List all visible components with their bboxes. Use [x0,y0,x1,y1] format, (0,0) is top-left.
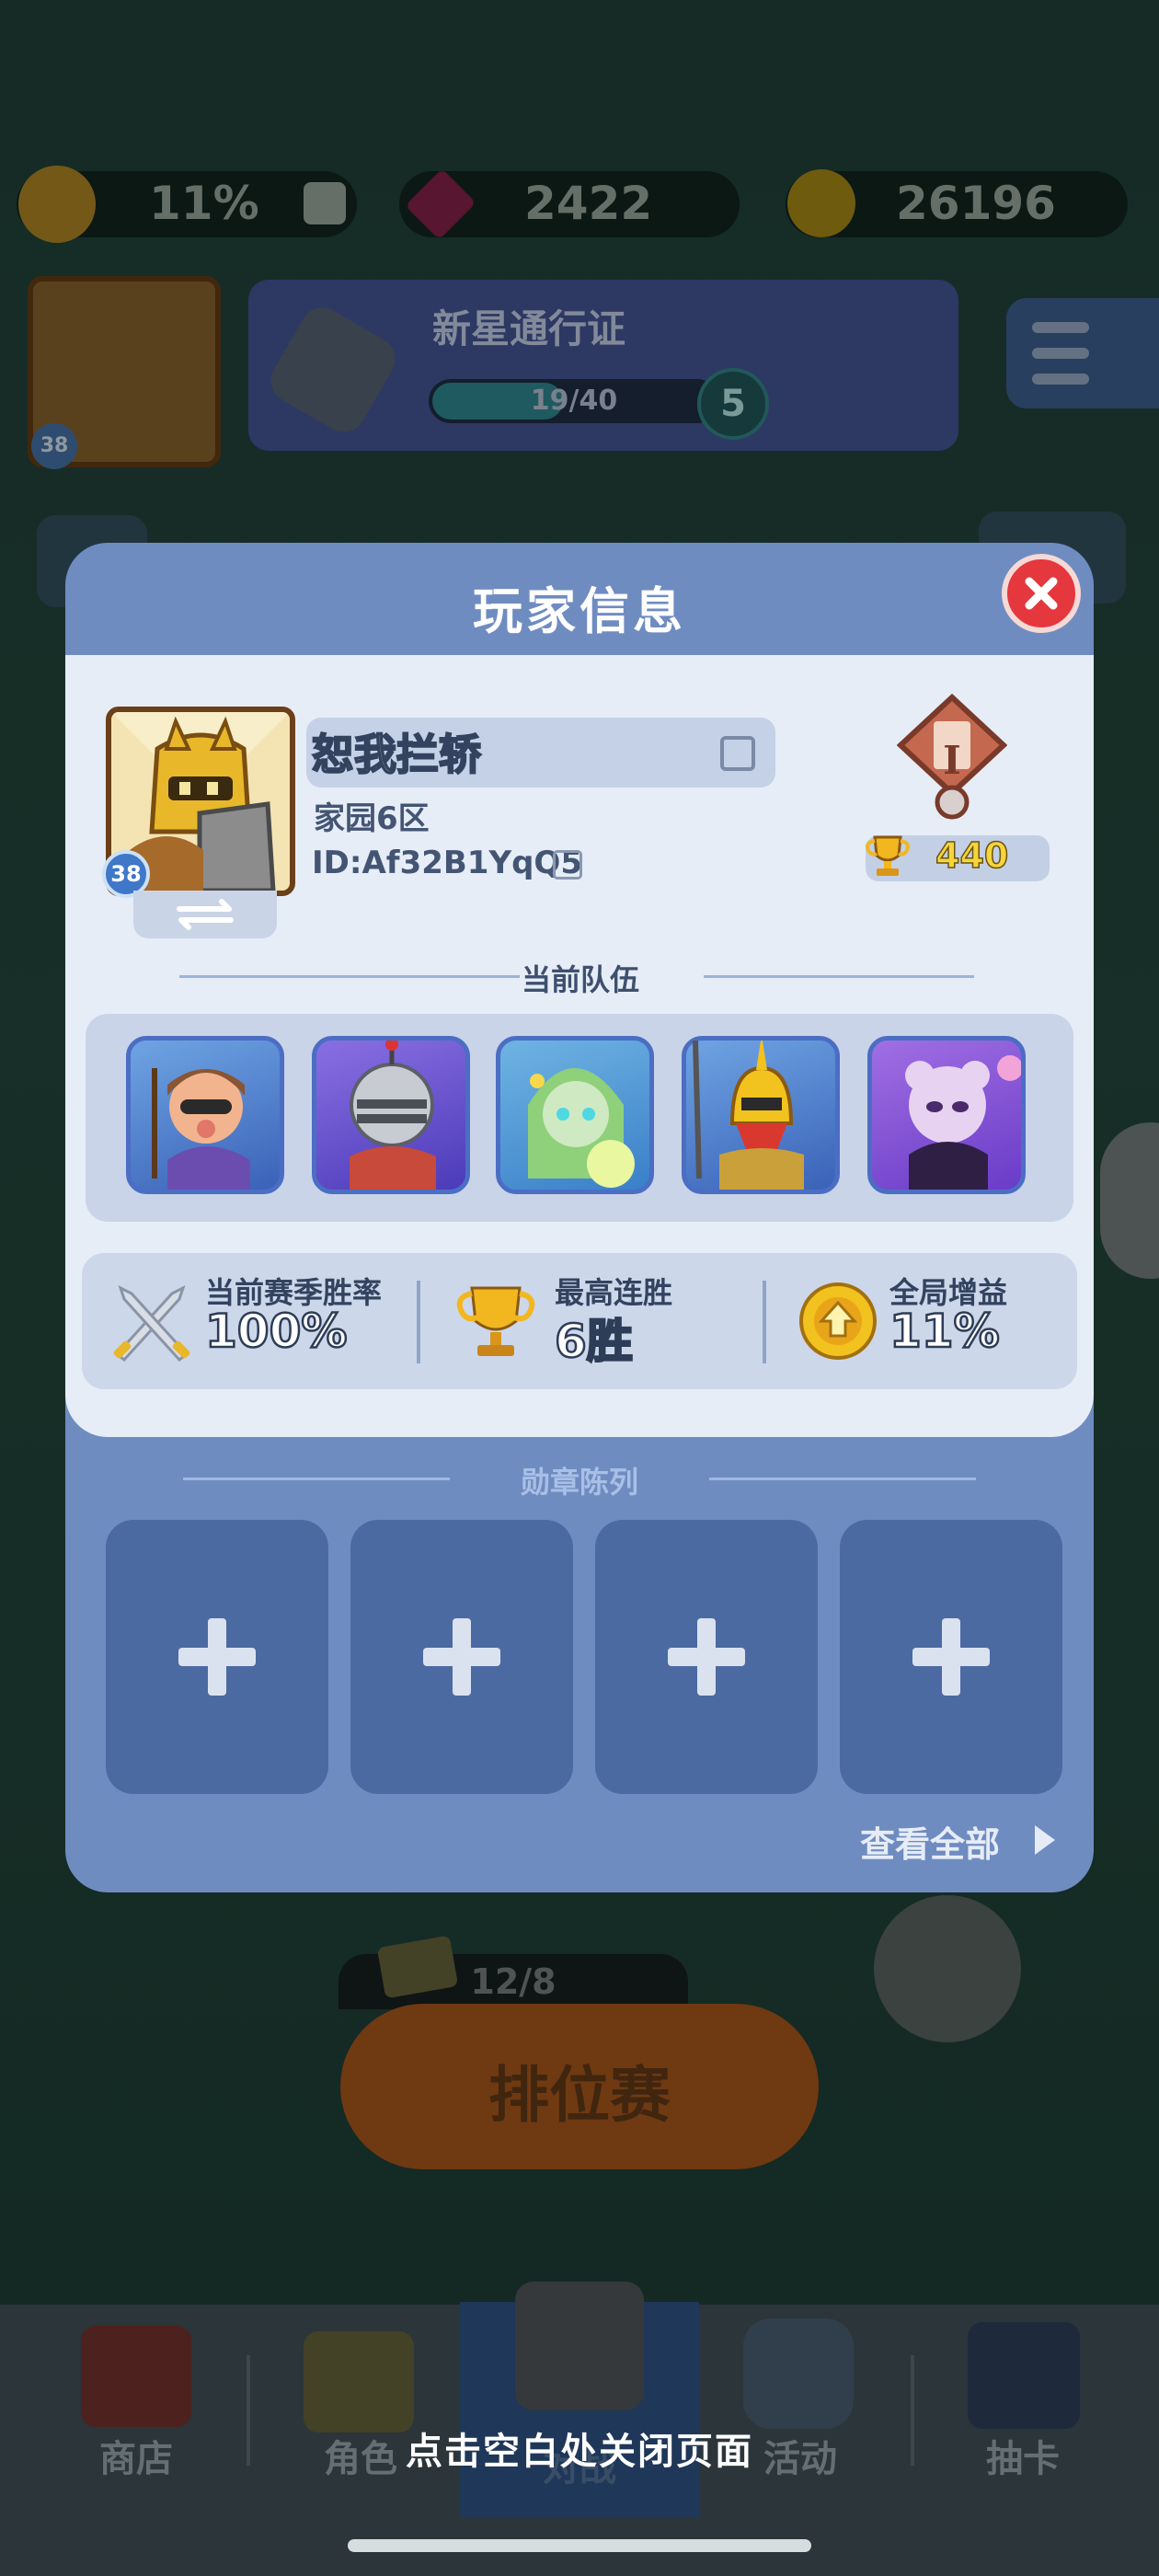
hero-golden-warrior-icon [693,1035,804,1190]
hero-shadow-mage[interactable] [867,1036,1026,1194]
edit-name-icon[interactable] [720,736,755,771]
medal-slot-3[interactable] [595,1520,818,1794]
medal-section-title: 勋章陈列 [520,1465,638,1500]
swap-arrows-icon [177,899,234,930]
view-all-label: 查看全部 [860,1824,1001,1865]
hero-knight-icon [350,1038,436,1190]
swap-avatar-button[interactable] [133,891,277,938]
team-section-title: 当前队伍 [521,962,639,997]
medal-slot-2[interactable] [350,1520,573,1794]
player-name: 恕我拦轿 [311,729,482,780]
dialog-title: 玩家信息 [473,582,686,640]
home-indicator[interactable] [348,2539,811,2552]
player-server: 家园6区 [314,800,430,837]
player-info-panel: 38 恕我拦轿 家园6区 ID:Af32B1YqQ5 I 440 当前队伍 当前… [65,655,1094,1437]
hero-dryad[interactable] [496,1036,654,1194]
crossed-swords-icon [113,1285,190,1363]
rank-numeral: I [943,738,961,783]
hero-knight[interactable] [312,1036,470,1194]
hero-archer[interactable] [126,1036,284,1194]
hero-shadow-mage-icon [905,1055,1023,1190]
stat-value-win-rate: 100% [204,1304,349,1360]
play-arrow-icon [1035,1825,1055,1855]
trophy-count: 440 [935,834,1009,877]
medal-slot-1[interactable] [106,1520,328,1794]
hero-golden-warrior[interactable] [682,1035,840,1194]
stat-value-global-buff: 11% [889,1304,1001,1360]
close-button[interactable] [1002,554,1081,633]
hero-dryad-icon [528,1068,635,1188]
trophy-icon [866,835,910,876]
stat-value-win-streak: 6胜 [554,1314,634,1370]
copy-id-icon[interactable] [553,850,582,880]
medal-slot-4[interactable] [840,1520,1062,1794]
close-hint: 点击空白处关闭页面 [406,2431,753,2473]
trophy-icon [456,1286,535,1356]
player-id: ID:Af32B1YqQ5 [312,845,582,881]
close-icon [1025,577,1058,610]
player-info-dialog: 玩家信息 38 恕我拦轿 家园6区 ID:Af32B1YqQ5 I 440 当前… [65,543,1094,1892]
hero-archer-icon [152,1068,250,1190]
buff-crest-icon [799,1282,877,1360]
view-all-button[interactable]: 查看全部 [856,1809,1073,1869]
